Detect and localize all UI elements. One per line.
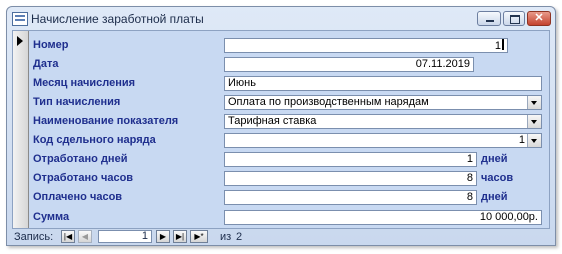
form-window: Начисление заработной платы ✕ Номер 1 Да… — [6, 6, 556, 246]
record-selector[interactable] — [13, 31, 29, 228]
current-record-arrow-icon — [17, 36, 23, 46]
chevron-down-icon — [531, 139, 537, 143]
date-value: 07.11.2019 — [415, 58, 470, 70]
record-label: Запись: — [14, 231, 54, 243]
hours-paid-field[interactable]: 8 — [224, 190, 477, 205]
days-worked-value: 1 — [466, 153, 473, 165]
accrual-type-combo[interactable]: Оплата по производственным нарядам — [224, 95, 542, 110]
label-indicator-name: Наименование показателя — [33, 115, 179, 127]
label-month: Месяц начисления — [33, 77, 136, 89]
chevron-down-icon — [531, 120, 537, 124]
label-days-worked: Отработано дней — [33, 153, 128, 165]
label-number: Номер — [33, 39, 69, 51]
minimize-icon — [486, 20, 494, 22]
last-record-button[interactable]: ▶| — [173, 230, 187, 243]
maximize-icon — [510, 15, 520, 24]
indicator-name-combo[interactable]: Тарифная ставка — [224, 114, 542, 129]
hours-paid-unit: дней — [481, 191, 508, 203]
form-icon — [12, 12, 28, 26]
label-hours-worked: Отработано часов — [33, 172, 134, 184]
month-field[interactable]: Июнь — [224, 76, 542, 91]
month-value: Июнь — [228, 77, 256, 89]
record-total: 2 — [236, 231, 243, 243]
hours-worked-field[interactable]: 8 — [224, 171, 477, 186]
number-value: 1 — [494, 40, 501, 52]
first-record-button[interactable]: |◀ — [61, 230, 75, 243]
label-piecework-code: Код сдельного наряда — [33, 134, 156, 146]
piecework-code-value: 1 — [518, 134, 525, 146]
piecework-code-dropdown-button[interactable] — [527, 134, 541, 147]
hours-worked-unit: часов — [481, 172, 514, 184]
label-accrual-type: Тип начисления — [33, 96, 121, 108]
hours-worked-value: 8 — [466, 172, 473, 184]
label-hours-paid: Оплачено часов — [33, 191, 123, 203]
indicator-name-dropdown-button[interactable] — [527, 115, 541, 128]
record-navigation-bar: Запись: |◀ ◀ 1 ▶ ▶| ▶* из 2 — [12, 230, 550, 244]
accrual-type-value: Оплата по производственным нарядам — [228, 96, 429, 108]
label-date: Дата — [33, 58, 59, 70]
window-title: Начисление заработной платы — [31, 12, 204, 26]
title-bar[interactable]: Начисление заработной платы ✕ — [7, 7, 555, 31]
indicator-name-value: Тарифная ставка — [228, 115, 317, 127]
piecework-code-combo[interactable]: 1 — [224, 133, 542, 148]
number-field[interactable]: 1 — [224, 38, 508, 53]
close-button[interactable]: ✕ — [527, 11, 551, 26]
maximize-button[interactable] — [503, 11, 525, 26]
days-worked-unit: дней — [481, 153, 508, 165]
minimize-button[interactable] — [477, 11, 501, 26]
form-body: Номер 1 Дата 07.11.2019 Месяц начисления… — [12, 30, 550, 229]
amount-field[interactable]: 10 000,00р. — [224, 210, 542, 225]
next-record-button[interactable]: ▶ — [156, 230, 170, 243]
date-field[interactable]: 07.11.2019 — [224, 57, 474, 72]
prev-record-button[interactable]: ◀ — [78, 230, 92, 243]
current-record-input[interactable]: 1 — [98, 230, 152, 243]
hours-paid-value: 8 — [466, 191, 473, 203]
record-of-label: из — [220, 231, 232, 243]
new-record-button[interactable]: ▶* — [190, 230, 208, 243]
label-amount: Сумма — [33, 211, 70, 223]
chevron-down-icon — [531, 101, 537, 105]
text-caret — [502, 39, 504, 50]
accrual-type-dropdown-button[interactable] — [527, 96, 541, 109]
days-worked-field[interactable]: 1 — [224, 152, 477, 167]
amount-value: 10 000,00р. — [479, 211, 538, 223]
